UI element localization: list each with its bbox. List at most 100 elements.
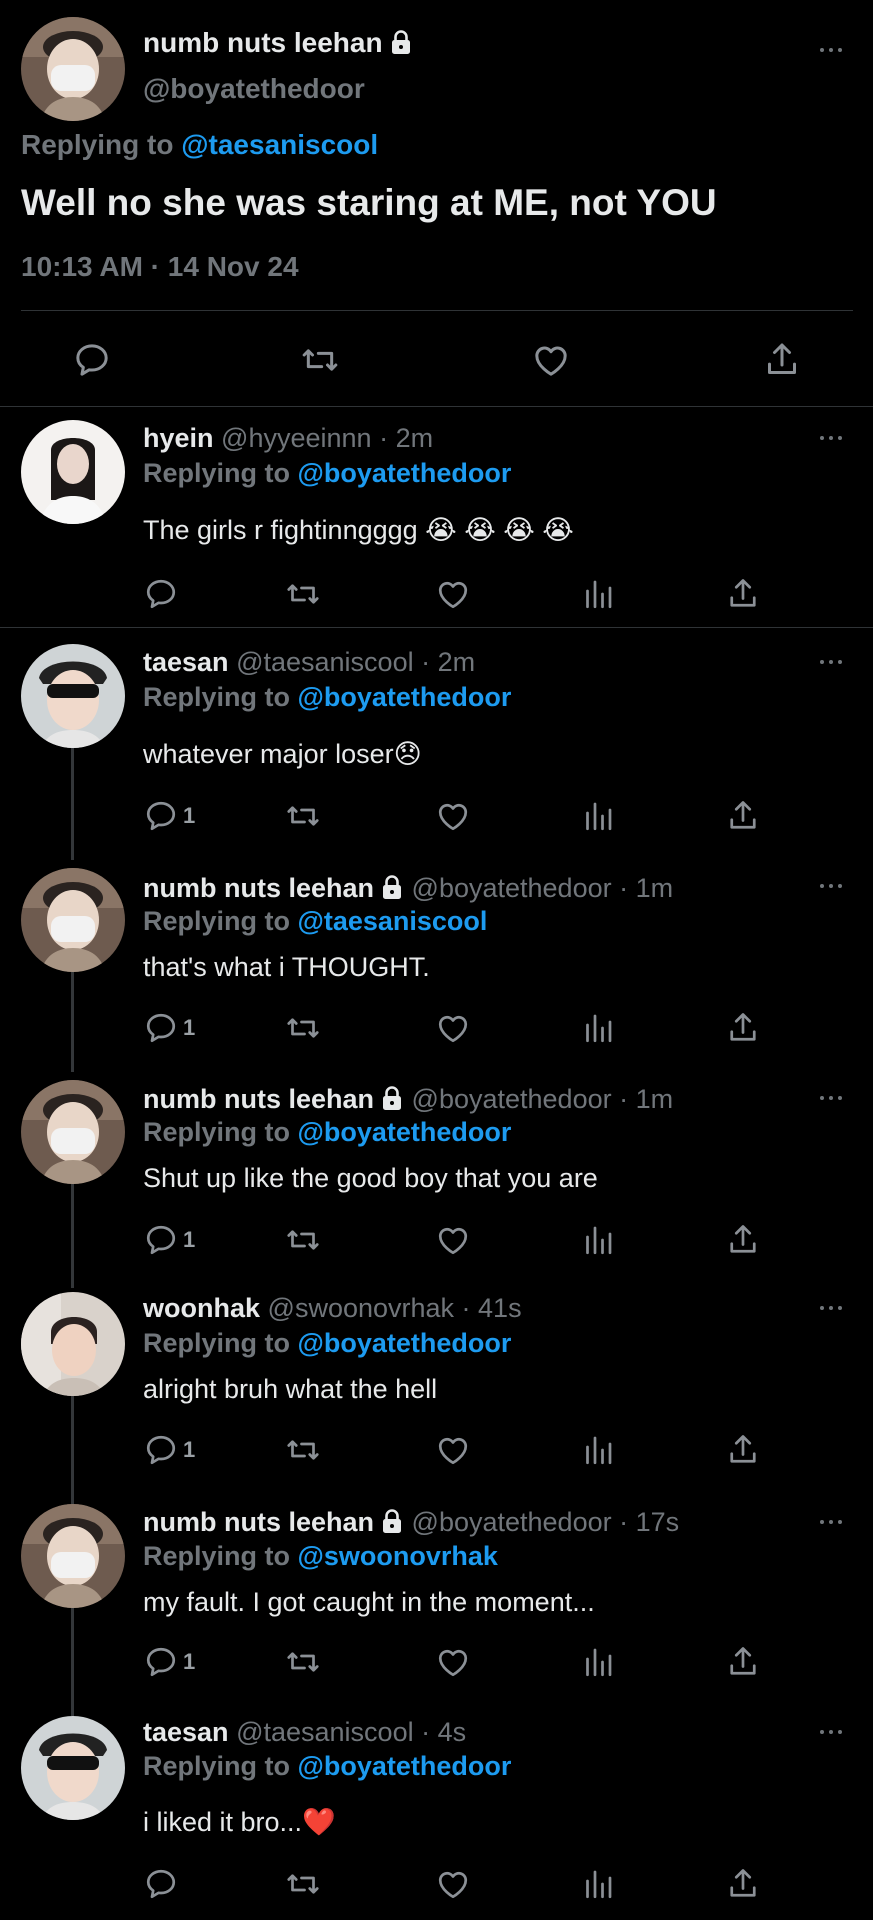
reply-button[interactable] [143, 1010, 179, 1046]
share-button[interactable] [725, 1866, 761, 1902]
share-button[interactable] [725, 798, 761, 834]
tweet-time[interactable]: · 2m [379, 423, 433, 453]
author-name[interactable]: taesan [143, 1717, 229, 1747]
author-name[interactable]: numb nuts leehan [143, 1507, 374, 1537]
views-button[interactable] [580, 1866, 616, 1902]
retweet-button[interactable] [285, 1010, 321, 1046]
views-button[interactable] [580, 1222, 616, 1258]
author-handle[interactable]: @taesaniscool [236, 647, 414, 677]
replying-to-handle[interactable]: @boyatethedoor [298, 682, 512, 712]
replying-to-handle[interactable]: @boyatethedoor [298, 1117, 512, 1147]
lock-icon [380, 1508, 404, 1534]
thread-line [71, 1388, 74, 1504]
author-handle[interactable]: @swoonovrhak [268, 1293, 455, 1323]
like-button[interactable] [435, 1222, 471, 1258]
retweet-button[interactable] [285, 1432, 321, 1468]
author-handle[interactable]: @hyyeeinnn [221, 423, 372, 453]
author-name[interactable]: hyein [143, 423, 214, 453]
more-icon[interactable] [818, 1516, 848, 1528]
retweet-button[interactable] [285, 576, 321, 612]
like-button[interactable] [435, 1432, 471, 1468]
author-handle[interactable]: @boyatethedoor [412, 1507, 612, 1537]
avatar[interactable] [21, 868, 125, 972]
like-button[interactable] [435, 576, 471, 612]
like-button[interactable] [435, 798, 471, 834]
tweet-time[interactable]: · 17s [619, 1507, 679, 1537]
author-handle[interactable]: @boyatethedoor [143, 72, 365, 106]
avatar[interactable] [21, 1716, 125, 1820]
like-button[interactable] [435, 1644, 471, 1680]
avatar[interactable] [21, 17, 125, 121]
share-button[interactable] [725, 1644, 761, 1680]
more-icon[interactable] [818, 656, 848, 668]
reply-button[interactable] [143, 1866, 179, 1902]
tweet-text: that's what i THOUGHT. [143, 952, 430, 982]
more-icon[interactable] [818, 1092, 848, 1104]
avatar[interactable] [21, 1080, 125, 1184]
reply-count: 1 [183, 1649, 196, 1674]
like-button[interactable] [435, 1010, 471, 1046]
replying-to-handle[interactable]: @taesaniscool [298, 906, 488, 936]
replying-to-handle[interactable]: @boyatethedoor [298, 1328, 512, 1358]
views-button[interactable] [580, 1010, 616, 1046]
author-handle[interactable]: @boyatethedoor [412, 1084, 612, 1114]
thread-line [71, 1604, 74, 1716]
reply-button[interactable] [143, 1644, 179, 1680]
retweet-button[interactable] [300, 340, 340, 380]
retweet-button[interactable] [285, 1866, 321, 1902]
thread-line [71, 748, 74, 860]
reply-button[interactable] [143, 1432, 179, 1468]
retweet-button[interactable] [285, 1222, 321, 1258]
avatar[interactable] [21, 1292, 125, 1396]
views-button[interactable] [580, 1644, 616, 1680]
tweet-time[interactable]: · 1m [619, 873, 673, 903]
author-name[interactable]: numb nuts leehan [143, 27, 383, 58]
reply-button[interactable] [72, 340, 112, 380]
retweet-button[interactable] [285, 798, 321, 834]
avatar[interactable] [21, 644, 125, 748]
author-name[interactable]: numb nuts leehan [143, 873, 374, 903]
author-name[interactable]: woonhak [143, 1293, 260, 1323]
author-handle[interactable]: @boyatethedoor [412, 873, 612, 903]
like-button[interactable] [531, 340, 571, 380]
author-handle[interactable]: @taesaniscool [236, 1717, 414, 1747]
tweet-time[interactable]: · 2m [421, 647, 475, 677]
replying-to-handle[interactable]: @swoonovrhak [298, 1541, 498, 1571]
avatar[interactable] [21, 420, 125, 524]
replying-to-handle[interactable]: @boyatethedoor [298, 1751, 512, 1781]
share-button[interactable] [725, 1432, 761, 1468]
tweet-text: alright bruh what the hell [143, 1374, 438, 1404]
tweet-text: The girls r fightinngggg 😭 😭 😭 😭 [143, 515, 574, 545]
retweet-button[interactable] [285, 1644, 321, 1680]
replying-to-handle[interactable]: @taesaniscool [181, 129, 378, 160]
views-button[interactable] [580, 576, 616, 612]
tweet-time[interactable]: · 1m [619, 1084, 673, 1114]
tweet-time[interactable]: · 4s [421, 1717, 466, 1747]
reply-button[interactable] [143, 798, 179, 834]
share-button[interactable] [725, 576, 761, 612]
tweet-text: Well no she was staring at ME, not YOU [21, 182, 717, 223]
author-name[interactable]: numb nuts leehan [143, 1084, 374, 1114]
more-icon[interactable] [818, 44, 848, 56]
share-button[interactable] [762, 340, 802, 380]
reply-count: 1 [183, 803, 196, 828]
avatar[interactable] [21, 1504, 125, 1608]
more-icon[interactable] [818, 1726, 848, 1738]
reply-count: 1 [183, 1227, 196, 1252]
more-icon[interactable] [818, 880, 848, 892]
tweet-timestamp[interactable]: 10:13 AM · 14 Nov 24 [21, 250, 299, 284]
more-icon[interactable] [818, 432, 848, 444]
views-button[interactable] [580, 1432, 616, 1468]
replying-to-handle[interactable]: @boyatethedoor [298, 458, 512, 488]
reply-button[interactable] [143, 576, 179, 612]
like-button[interactable] [435, 1866, 471, 1902]
tweet-time[interactable]: · 41s [462, 1293, 522, 1323]
reply-count: 1 [183, 1437, 196, 1462]
views-button[interactable] [580, 798, 616, 834]
share-button[interactable] [725, 1222, 761, 1258]
more-icon[interactable] [818, 1302, 848, 1314]
author-name[interactable]: taesan [143, 647, 229, 677]
reply-button[interactable] [143, 1222, 179, 1258]
tweet-text: i liked it bro...❤️ [143, 1807, 336, 1837]
share-button[interactable] [725, 1010, 761, 1046]
